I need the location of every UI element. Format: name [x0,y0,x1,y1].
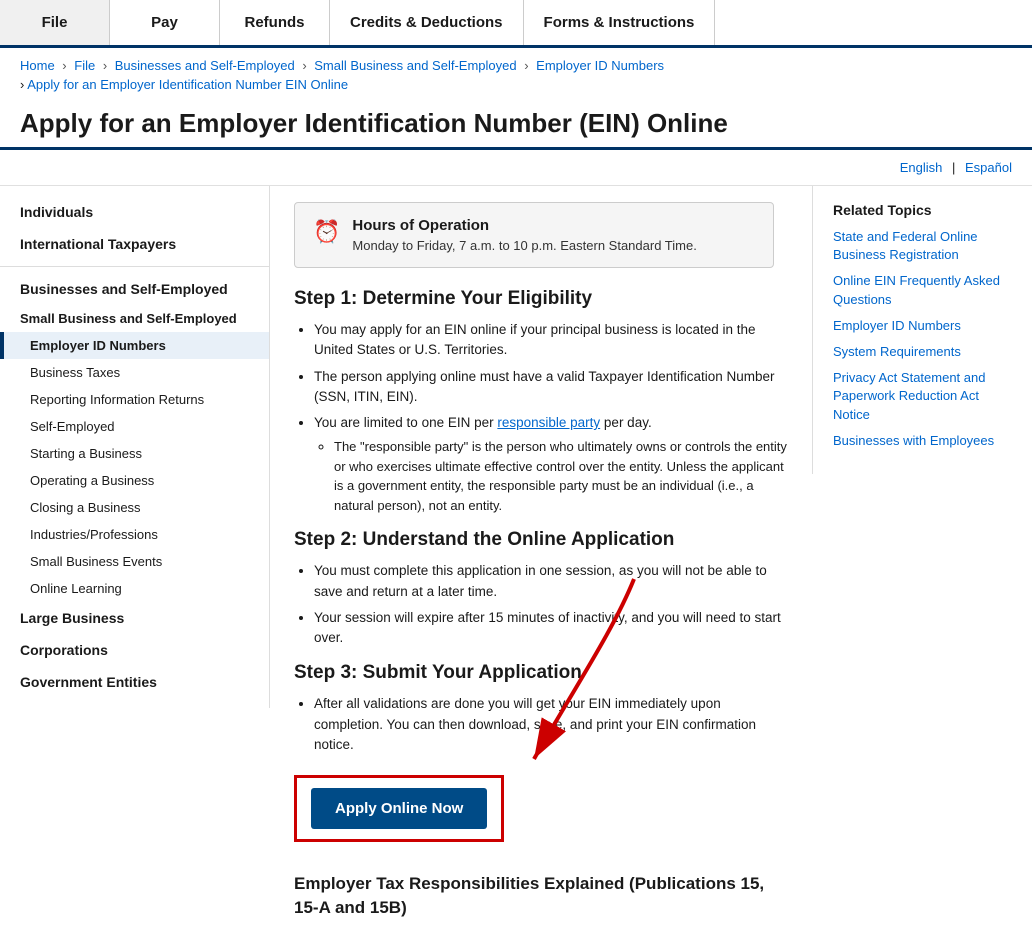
step-bullets-0: You may apply for an EIN online if your … [294,320,788,515]
responsible-party-link[interactable]: responsible party [497,415,600,430]
step-bullets-1: You must complete this application in on… [294,561,788,648]
sidebar-item-11[interactable]: Industries/Professions [0,521,269,548]
breadcrumb-item-4[interactable]: Employer ID Numbers [536,58,664,73]
breadcrumb-line2: › Apply for an Employer Identification N… [0,77,1032,100]
page-title: Apply for an Employer Identification Num… [0,100,1032,150]
breadcrumb-item-2[interactable]: Businesses and Self-Employed [115,58,295,73]
related-list: State and Federal Online Business Regist… [833,228,1016,450]
sidebar-section-0[interactable]: Individuals [0,196,269,228]
breadcrumb-sep: › [99,58,111,73]
related-item-4[interactable]: Privacy Act Statement and Paperwork Redu… [833,369,1016,424]
hours-text: Monday to Friday, 7 a.m. to 10 p.m. East… [352,238,696,253]
sidebar-item-active-4[interactable]: Employer ID Numbers [0,332,269,359]
bullet-item-1-1: Your session will expire after 15 minute… [314,608,788,649]
clock-icon: ⏰ [313,219,340,245]
sidebar-item-7[interactable]: Self-Employed [0,413,269,440]
sidebar-item-10[interactable]: Closing a Business [0,494,269,521]
bullet-item-0-2: You are limited to one EIN per responsib… [314,413,788,515]
sidebar-item-6[interactable]: Reporting Information Returns [0,386,269,413]
sidebar-item-8[interactable]: Starting a Business [0,440,269,467]
step-bullets-2: After all validations are done you will … [294,694,788,755]
sidebar: IndividualsInternational Taxpayers Busine… [0,186,270,936]
employer-tax-title: Employer Tax Responsibilities Explained … [294,872,788,920]
right-sidebar: Related Topics State and Federal Online B… [812,186,1032,936]
related-topics-title: Related Topics [833,202,1016,218]
sidebar-item-9[interactable]: Operating a Business [0,467,269,494]
step-title-0: Step 1: Determine Your Eligibility [294,288,788,310]
top-nav: FilePayRefundsCredits & DeductionsForms … [0,0,1032,48]
bullet-item-1-0: You must complete this application in on… [314,561,788,602]
related-item-0[interactable]: State and Federal Online Business Regist… [833,228,1016,264]
nav-item-credits[interactable]: Credits & Deductions [330,0,524,45]
sidebar-item-13[interactable]: Online Learning [0,575,269,602]
steps-container: Step 1: Determine Your Eligibility You ma… [294,288,788,755]
step-title-1: Step 2: Understand the Online Applicatio… [294,529,788,551]
sidebar-section-14[interactable]: Large Business [0,602,269,634]
sidebar-section-1[interactable]: International Taxpayers [0,228,269,260]
sidebar-section-active-2[interactable]: Businesses and Self-Employed [0,273,269,305]
breadcrumb-sep: › [59,58,71,73]
breadcrumb-item-0[interactable]: Home [20,58,55,73]
sub-bullet-item: The "responsible party" is the person wh… [334,437,788,515]
main-content: ⏰ Hours of Operation Monday to Friday, 7… [270,186,812,936]
breadcrumb-sep: › [521,58,533,73]
sub-bullet-0: The "responsible party" is the person wh… [314,437,788,515]
apply-button-container: Apply Online Now [294,775,504,842]
bullet-item-0-0: You may apply for an EIN online if your … [314,320,788,361]
bullet-item-0-1: The person applying online must have a v… [314,367,788,408]
espanol-link[interactable]: Español [965,160,1012,175]
related-item-1[interactable]: Online EIN Frequently Asked Questions [833,272,1016,308]
nav-item-file[interactable]: File [0,0,110,45]
nav-item-pay[interactable]: Pay [110,0,220,45]
sidebar-item-12[interactable]: Small Business Events [0,548,269,575]
english-link[interactable]: English [900,160,943,175]
sidebar-item-5[interactable]: Business Taxes [0,359,269,386]
sidebar-section-15[interactable]: Corporations [0,634,269,666]
nav-item-forms[interactable]: Forms & Instructions [524,0,716,45]
nav-item-refunds[interactable]: Refunds [220,0,330,45]
language-bar: English | Español [0,150,1032,186]
related-item-3[interactable]: System Requirements [833,343,1016,361]
lang-separator: | [952,160,955,175]
hours-title: Hours of Operation [352,217,696,234]
apply-section: Apply Online Now [294,769,504,862]
related-item-5[interactable]: Businesses with Employees [833,432,1016,450]
apply-online-button[interactable]: Apply Online Now [311,788,487,829]
bullet-item-2-0: After all validations are done you will … [314,694,788,755]
sidebar-subsection-3[interactable]: Small Business and Self-Employed [0,305,269,332]
hours-box: ⏰ Hours of Operation Monday to Friday, 7… [294,202,774,268]
breadcrumb-item-1[interactable]: File [74,58,95,73]
sidebar-section-16[interactable]: Government Entities [0,666,269,698]
breadcrumb-item-3[interactable]: Small Business and Self-Employed [314,58,516,73]
breadcrumb-last[interactable]: Apply for an Employer Identification Num… [27,77,348,92]
breadcrumb-sep: › [299,58,311,73]
step-title-2: Step 3: Submit Your Application [294,662,788,684]
related-item-2[interactable]: Employer ID Numbers [833,317,1016,335]
breadcrumb: Home › File › Businesses and Self-Employ… [0,48,1032,77]
